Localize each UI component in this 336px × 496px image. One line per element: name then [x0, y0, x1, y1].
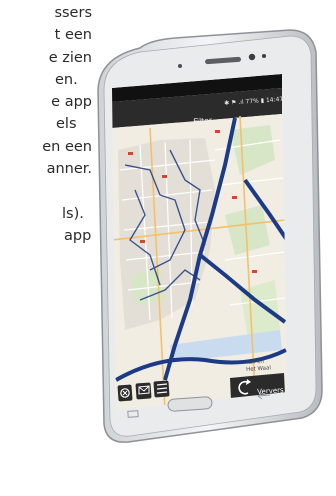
filter-label[interactable]: Filter	[193, 116, 212, 126]
front-camera	[248, 53, 256, 61]
home-button	[167, 396, 213, 412]
phone-illustration	[97, 29, 323, 443]
